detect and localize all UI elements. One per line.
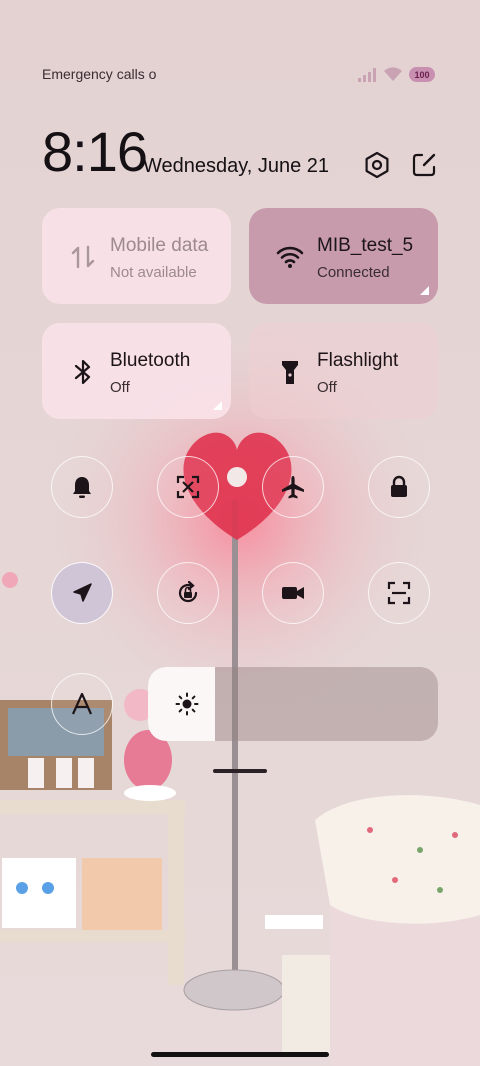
scan-icon [387,581,411,605]
settings-icon[interactable] [363,151,391,179]
carrier-status-text: Emergency calls o [42,66,157,82]
toggle-screenshot[interactable] [157,456,219,518]
tile-subtitle: Off [317,379,337,396]
rotation-lock-icon [178,580,198,603]
sun-icon [175,692,199,716]
wifi-status-icon [384,67,402,81]
video-camera-icon [282,587,304,599]
expand-corner-icon [420,286,429,295]
clock-time: 8:16 [42,120,148,183]
bell-icon [73,477,91,498]
flashlight-icon [282,361,298,384]
brightness-slider-fill [148,667,215,741]
lock-icon [391,475,407,497]
toggle-location[interactable] [51,562,113,624]
tile-title: Mobile data [110,235,209,256]
panel-drag-handle[interactable] [213,769,267,773]
auto-brightness-icon [71,692,93,715]
mobile-data-icon [71,245,95,269]
toggle-screen-recorder[interactable] [262,562,324,624]
airplane-icon [282,476,304,499]
toggle-rotation-lock[interactable] [157,562,219,624]
bluetooth-icon [74,359,91,385]
brightness-slider[interactable] [148,667,438,741]
location-icon [73,583,92,602]
signal-strength-icon [358,68,376,82]
toggle-auto-brightness[interactable] [51,673,113,735]
tile-title: Bluetooth [110,350,191,371]
tile-mobile-data[interactable]: Mobile data Not available [42,208,231,304]
tile-subtitle: Not available [110,264,197,281]
toggle-lock-screen[interactable] [368,456,430,518]
tile-subtitle: Connected [317,264,390,281]
tile-bluetooth[interactable]: Bluetooth Off [42,323,231,419]
battery-indicator: 100 [409,67,435,82]
wifi-icon [276,246,304,268]
edit-icon[interactable] [410,151,438,179]
tile-wifi[interactable]: MIB_test_5 Connected [249,208,438,304]
tile-title: MIB_test_5 [317,235,414,256]
clock-date: Wednesday, June 21 [143,155,330,177]
toggle-mute[interactable] [51,456,113,518]
toggle-airplane-mode[interactable] [262,456,324,518]
toggle-scanner[interactable] [368,562,430,624]
home-gesture-bar[interactable] [151,1052,329,1057]
tile-title: Flashlight [317,350,399,371]
screenshot-icon [176,475,200,499]
tile-flashlight[interactable]: Flashlight Off [249,323,438,419]
expand-corner-icon [213,401,222,410]
tile-subtitle: Off [110,379,130,396]
